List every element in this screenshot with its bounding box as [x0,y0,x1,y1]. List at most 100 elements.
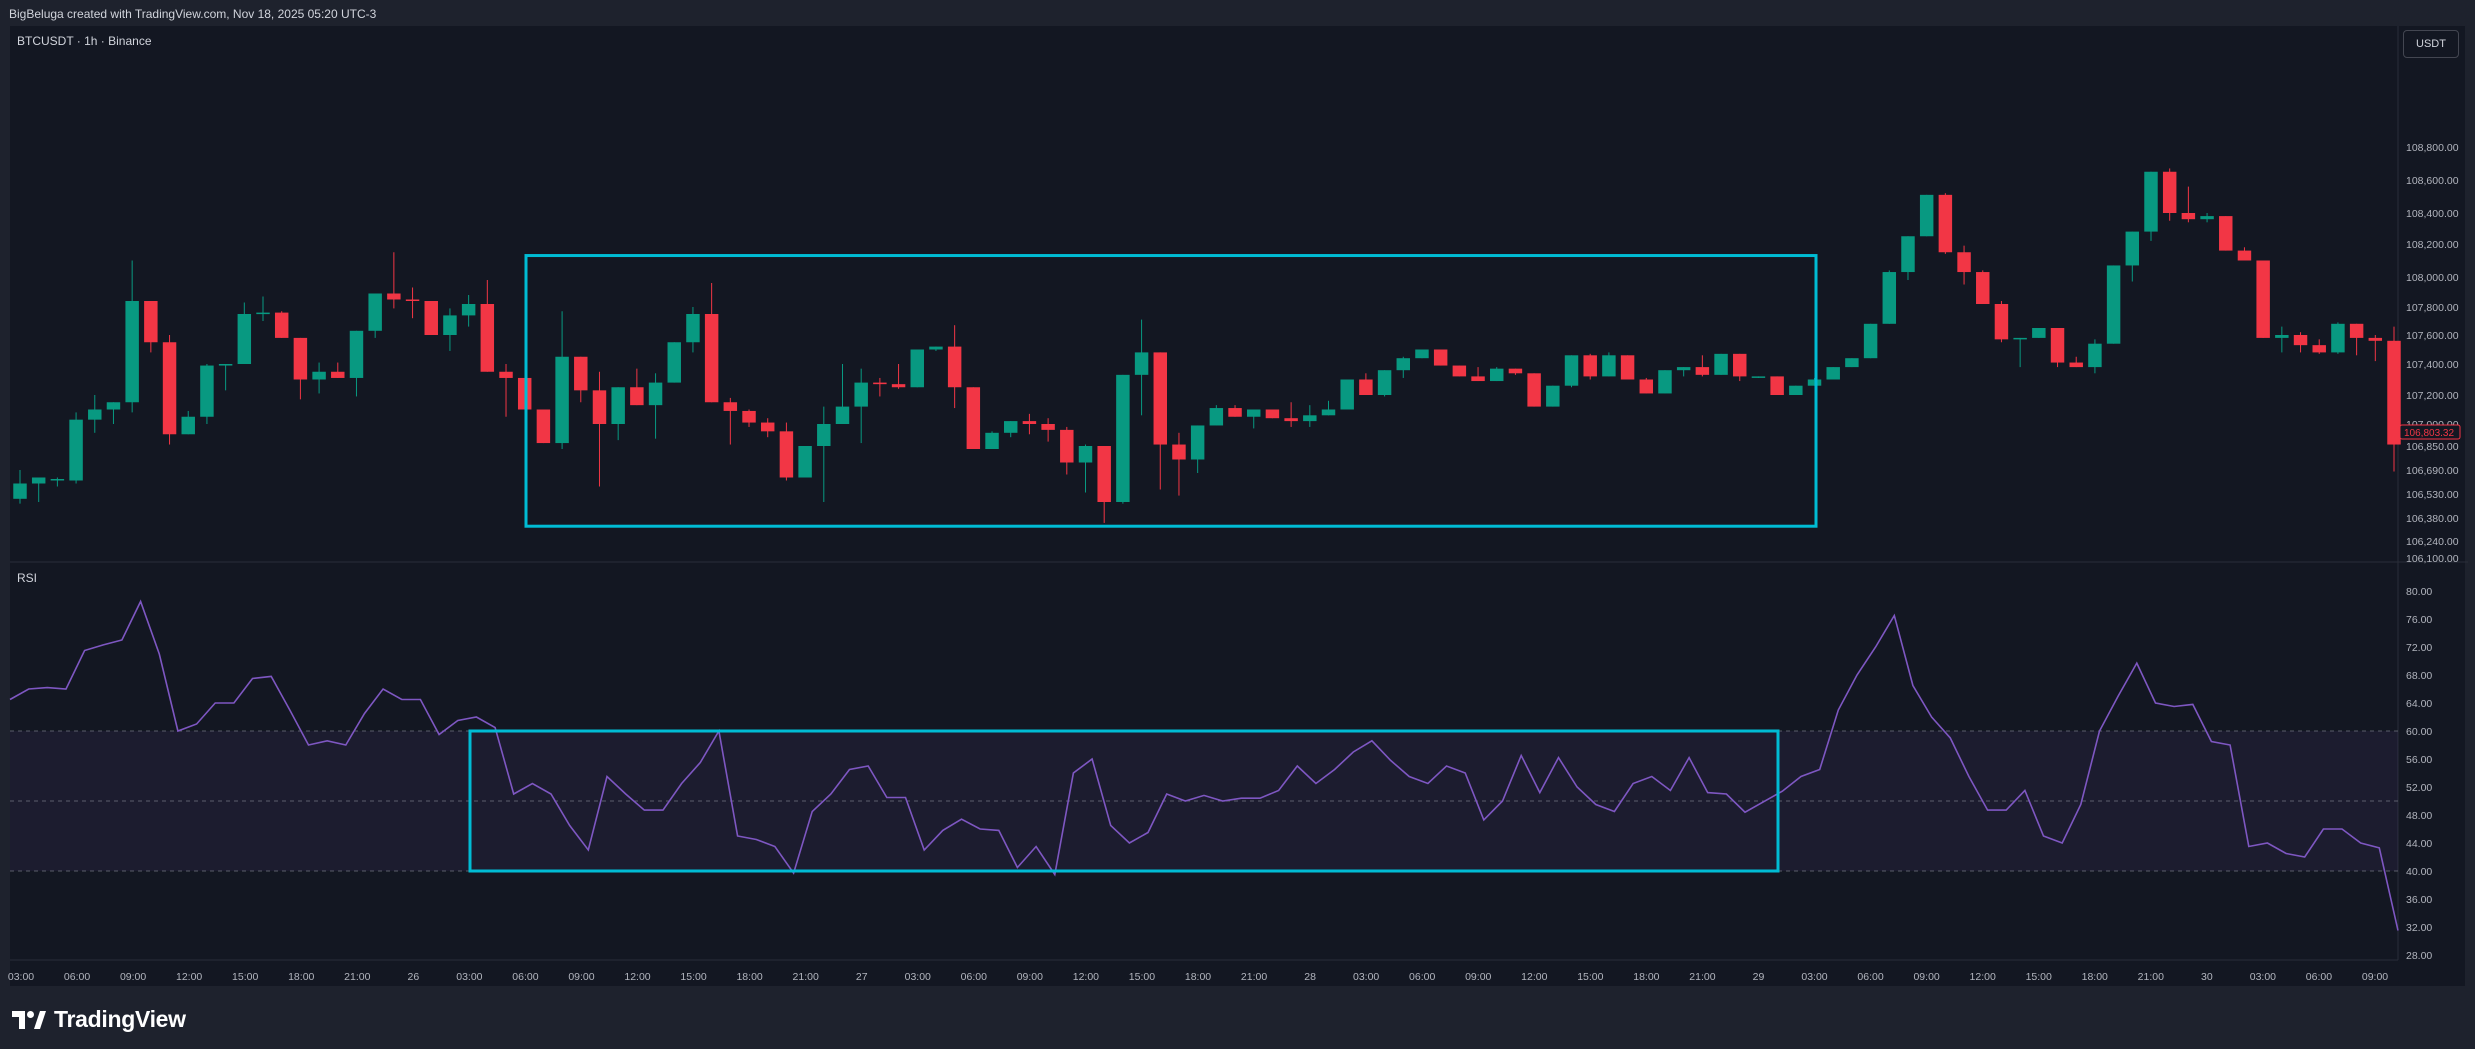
candle-body [1938,194,1953,253]
candle-body [1415,349,1429,359]
candle-body [125,301,139,403]
candle-body [1321,409,1336,416]
time-tick-label: 09:00 [120,971,146,983]
candle-body [1994,304,2009,340]
candle-body [1845,358,1859,368]
candle-body [1546,385,1560,407]
candle-body [592,390,607,424]
candle-body [2387,340,2401,445]
time-tick-label: 12:00 [176,971,202,983]
candle-body [1901,236,1915,273]
time-tick-label: 15:00 [680,971,706,983]
price-tick-label: 107,800.00 [2406,302,2459,314]
candle-body [69,419,83,481]
time-tick-label: 21:00 [1689,971,1715,983]
symbol-label: BTCUSDT · 1h · Binance [17,34,152,48]
candle-body [1564,355,1579,386]
candle-body [1153,352,1167,445]
time-tick-label: 09:00 [1465,971,1491,983]
candle-body [424,301,438,335]
time-tick-label: 15:00 [232,971,258,983]
candle-body [1733,353,1747,377]
candle-body [910,349,924,388]
candle-body [1041,424,1055,430]
candle-body [218,364,233,366]
candle-body [1172,444,1186,460]
candle-body [1620,355,1635,380]
rsi-tick-label: 56.00 [2406,754,2432,766]
time-tick-label: 03:00 [8,971,34,983]
time-tick-label: 29 [1753,971,1765,983]
candle-body [1265,409,1280,419]
candle-body [760,422,775,432]
price-highlight-box [524,254,1818,528]
price-tick-label: 107,400.00 [2406,359,2459,371]
candle-body [574,356,588,391]
candle-body [1247,409,1261,417]
rsi-tick-label: 72.00 [2406,642,2432,654]
candle-body [2219,216,2233,251]
time-tick-label: 09:00 [1913,971,1939,983]
time-tick-label: 18:00 [736,971,762,983]
currency-button[interactable]: USDT [2403,30,2459,58]
candle-body [667,342,681,383]
candle-body [798,446,812,478]
candle-body [648,382,663,406]
candle-body [274,312,289,338]
candle-body [88,409,102,420]
time-tick-label: 09:00 [2362,971,2388,983]
candle-body [704,314,719,403]
candle-body [1527,373,1541,407]
candle-body [237,314,252,364]
rsi-tick-label: 60.00 [2406,726,2432,738]
time-tick-label: 18:00 [2082,971,2108,983]
candle-body [2162,171,2177,213]
candle-body [555,356,569,444]
candle-body [1022,421,1037,424]
candle-body [966,387,981,449]
time-tick-label: 26 [407,971,419,983]
candle-body [50,479,65,481]
rsi-tick-label: 52.00 [2406,782,2432,794]
rsi-tick-label: 32.00 [2406,922,2432,934]
candle-body [1209,408,1224,426]
candle-body [1583,355,1597,377]
time-tick-label: 18:00 [288,971,314,983]
candle-body [1658,370,1672,394]
candle-body [1695,367,1710,375]
candle-body [387,293,401,300]
candle-body [1508,368,1523,374]
time-tick-label: 03:00 [456,971,482,983]
candle-body [293,337,308,380]
tradingview-logo-icon [12,1010,46,1029]
candle-body [2349,323,2364,338]
rsi-tick-label: 40.00 [2406,866,2432,878]
tradingview-logo[interactable]: TradingView [12,1006,186,1033]
candle-body [891,384,906,388]
price-tick-label: 108,000.00 [2406,272,2459,284]
candle-body [181,416,195,435]
time-tick-label: 12:00 [624,971,650,983]
time-tick-label: 03:00 [905,971,931,983]
candle-body [1190,425,1205,460]
chart-canvas[interactable]: 106,100.00 106,240.00 106,380.00 106,530.00… [0,0,2475,1049]
time-tick-label: 09:00 [1017,971,1043,983]
time-tick-label: 06:00 [1857,971,1883,983]
candle-body [1060,429,1074,463]
candle-body [1284,418,1298,422]
candle-body [2275,335,2289,338]
candle-body [1676,367,1691,371]
candle-body [2013,337,2027,340]
rsi-tick-label: 76.00 [2406,614,2432,626]
candle-body [2069,362,2083,368]
candle-body [1377,370,1392,395]
time-tick-label: 06:00 [64,971,90,983]
candle-body [630,387,644,406]
candle-body [368,293,382,331]
candle-body [2237,250,2252,261]
price-tick-label: 106,380.00 [2406,513,2459,525]
candle-body [1228,408,1242,417]
candle-body [1639,379,1654,394]
candle-body [536,409,551,444]
candle-body [2181,213,2196,220]
